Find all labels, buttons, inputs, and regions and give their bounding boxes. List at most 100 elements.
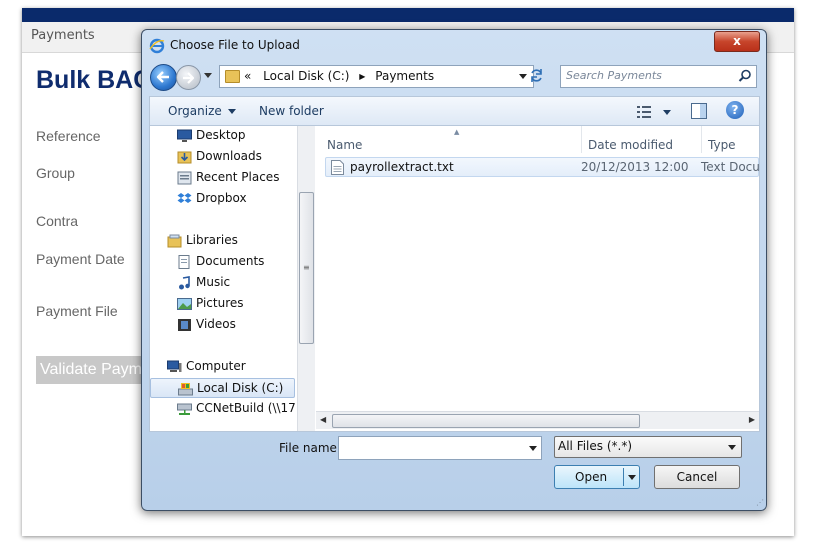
nav-label: Desktop — [196, 128, 246, 142]
network-drive-icon — [177, 403, 192, 415]
column-divider[interactable] — [581, 126, 582, 153]
scroll-left-icon[interactable]: ◀ — [320, 415, 326, 424]
libraries-icon — [167, 234, 182, 248]
column-header-date-modified[interactable]: Date modified — [588, 138, 673, 152]
pictures-icon — [177, 298, 192, 310]
nav-item-ccnetbuild[interactable]: CCNetBuild (\\17 — [150, 399, 296, 419]
nav-item-videos[interactable]: Videos — [150, 315, 295, 335]
cancel-button[interactable]: Cancel — [654, 465, 740, 489]
nav-item-desktop[interactable]: Desktop — [150, 126, 295, 146]
open-button[interactable]: Open — [554, 465, 640, 489]
file-list-pane: ▲ Name Date modified Type payrollextract… — [316, 126, 760, 431]
grip-icon: ≡ — [303, 263, 310, 272]
videos-icon — [178, 319, 191, 331]
navigation-pane: Desktop Downloads Recent Places Dropbox … — [150, 126, 297, 431]
search-icon[interactable] — [738, 69, 752, 83]
column-header-name[interactable]: Name — [327, 138, 362, 152]
nav-label: Music — [196, 275, 231, 289]
file-type: Text Docu — [701, 160, 760, 174]
nav-label: Local Disk (C:) — [197, 381, 284, 395]
nav-label: Dropbox — [196, 191, 247, 205]
close-button[interactable]: x — [714, 31, 760, 52]
column-header-type[interactable]: Type — [708, 138, 736, 152]
payment-date-label: Payment Date — [36, 251, 125, 267]
nav-item-pictures[interactable]: Pictures — [150, 294, 295, 314]
resize-grip-icon[interactable]: ⋰ — [756, 498, 764, 507]
organize-menu[interactable]: Organize — [168, 104, 236, 118]
file-browser: Desktop Downloads Recent Places Dropbox … — [149, 125, 760, 432]
nav-label: Videos — [196, 317, 236, 331]
change-view-icon[interactable] — [637, 104, 677, 120]
file-name: payrollextract.txt — [350, 160, 454, 174]
nav-label: Libraries — [186, 233, 238, 247]
refresh-icon[interactable] — [525, 65, 548, 86]
nav-item-local-disk[interactable]: Local Disk (C:) — [150, 378, 295, 398]
dropbox-icon — [177, 193, 192, 203]
computer-icon — [167, 360, 182, 372]
desktop-icon — [177, 129, 192, 142]
nav-item-recent-places[interactable]: Recent Places — [150, 168, 295, 188]
breadcrumb-payments[interactable]: Payments — [375, 69, 434, 83]
file-row[interactable]: payrollextract.txt 20/12/2013 12:00 Text… — [325, 157, 760, 177]
reference-label: Reference — [36, 128, 101, 144]
internet-explorer-icon — [149, 38, 165, 54]
cancel-label: Cancel — [676, 470, 718, 484]
file-type-select[interactable]: All Files (*.*) — [554, 436, 742, 458]
nav-label: Pictures — [196, 296, 244, 310]
file-date-modified: 20/12/2013 12:00 — [581, 160, 689, 174]
file-name-dropdown-arrow[interactable] — [529, 446, 537, 451]
sort-ascending-icon: ▲ — [454, 128, 460, 136]
nav-label: Computer — [186, 359, 246, 373]
navigation-scrollbar[interactable]: ≡ — [297, 126, 315, 431]
nav-label: Documents — [196, 254, 265, 268]
recent-places-icon — [177, 171, 192, 185]
scrollbar-thumb[interactable] — [332, 414, 640, 428]
chevron-right-icon[interactable]: ▶ — [359, 72, 365, 81]
search-placeholder: Search Payments — [566, 69, 662, 82]
navigation-bar: « Local Disk (C:) ▶ Payments Search Paym… — [142, 62, 766, 92]
breadcrumb-local-disk[interactable]: Local Disk (C:) — [263, 69, 349, 83]
dialog-titlebar[interactable]: Choose File to Upload x — [142, 30, 766, 60]
file-list-horizontal-scrollbar[interactable]: ◀ ▶ — [316, 411, 759, 429]
split-divider — [623, 468, 624, 486]
nav-label: CCNetBuild (\\17 — [196, 401, 296, 415]
documents-icon — [178, 255, 190, 269]
music-icon — [179, 276, 190, 290]
dialog-title: Choose File to Upload — [170, 38, 300, 52]
help-icon[interactable]: ? — [726, 101, 744, 119]
preview-pane-icon[interactable] — [691, 103, 707, 119]
payment-file-label: Payment File — [36, 303, 118, 319]
file-name-input[interactable] — [338, 436, 542, 460]
scrollbar-thumb[interactable]: ≡ — [299, 192, 314, 344]
nav-item-computer[interactable]: Computer — [150, 357, 295, 377]
nav-item-documents[interactable]: Documents — [150, 252, 295, 272]
breadcrumb: « Local Disk (C:) ▶ Payments — [244, 69, 434, 83]
open-options-dropdown[interactable] — [628, 475, 636, 480]
recent-pages-dropdown[interactable] — [204, 73, 212, 78]
search-input[interactable]: Search Payments — [560, 65, 757, 88]
file-upload-dialog: Choose File to Upload x « Local Disk (C:… — [141, 29, 767, 511]
nav-item-downloads[interactable]: Downloads — [150, 147, 295, 167]
nav-label: Downloads — [196, 149, 262, 163]
nav-item-music[interactable]: Music — [150, 273, 295, 293]
forward-arrow-icon — [183, 72, 194, 84]
address-bar[interactable]: « Local Disk (C:) ▶ Payments — [219, 65, 534, 88]
nav-item-libraries[interactable]: Libraries — [150, 231, 295, 251]
chevron-down-icon — [728, 445, 736, 450]
page-header-bar — [22, 8, 794, 22]
new-folder-button[interactable]: New folder — [259, 104, 324, 118]
text-file-icon — [331, 160, 344, 175]
back-arrow-icon — [156, 71, 169, 83]
open-label: Open — [575, 470, 608, 484]
nav-item-payments[interactable]: Payments — [31, 28, 95, 43]
contra-label: Contra — [36, 213, 79, 229]
forward-button[interactable] — [176, 65, 201, 90]
nav-item-dropbox[interactable]: Dropbox — [150, 189, 295, 209]
back-button[interactable] — [150, 64, 177, 91]
scroll-right-icon[interactable]: ▶ — [749, 415, 755, 424]
chevron-down-icon — [227, 109, 236, 114]
breadcrumb-overflow[interactable]: « — [244, 69, 251, 83]
drive-icon — [178, 383, 193, 396]
column-divider[interactable] — [701, 126, 702, 153]
downloads-icon — [177, 151, 192, 164]
